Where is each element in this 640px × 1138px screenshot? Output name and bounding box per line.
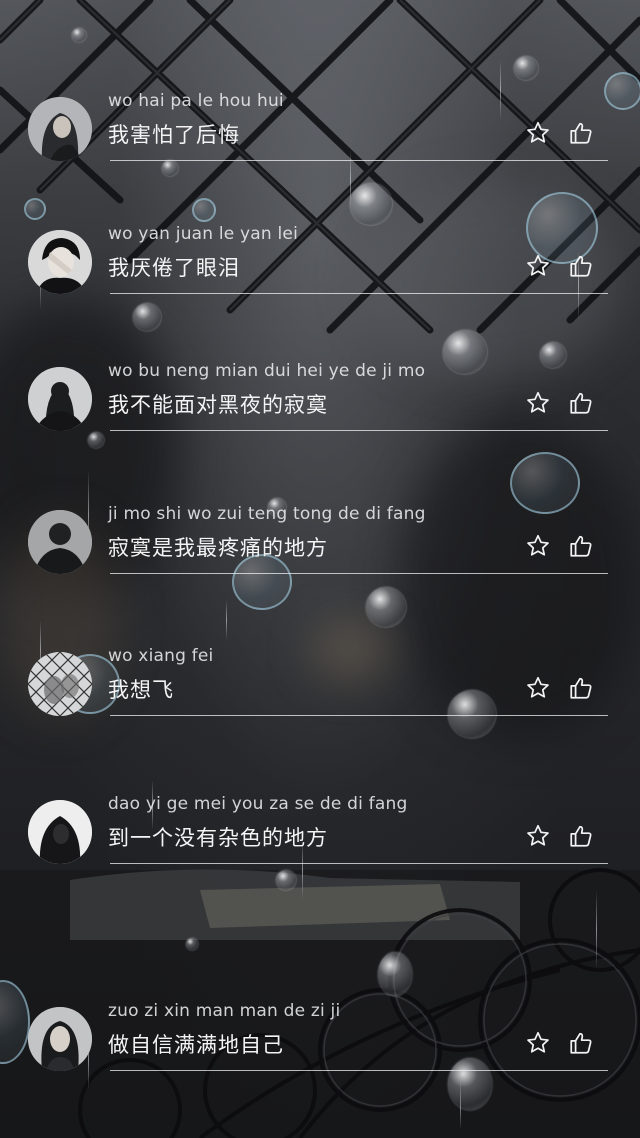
lyric-pinyin: wo yan juan le yan lei (108, 224, 299, 244)
divider (110, 430, 608, 431)
thumbs-up-icon[interactable] (566, 388, 596, 418)
water-droplet (186, 938, 198, 950)
water-droplet (72, 28, 86, 42)
avatar[interactable] (28, 510, 92, 574)
avatar[interactable] (28, 367, 92, 431)
lyric-text: 我厌倦了眼泪 (108, 256, 240, 280)
thumbs-up-icon[interactable] (566, 251, 596, 281)
avatar[interactable] (28, 97, 92, 161)
lyric-text: 寂寞是我最疼痛的地方 (108, 536, 328, 560)
lyric-pinyin: wo xiang fei (108, 646, 214, 666)
lyric-text: 我害怕了后悔 (108, 123, 240, 147)
star-icon[interactable] (523, 118, 553, 148)
lyric-row: wo hai pa le hou hui 我害怕了后悔 (0, 91, 640, 205)
star-icon[interactable] (523, 821, 553, 851)
thumbs-up-icon[interactable] (566, 821, 596, 851)
divider (110, 160, 608, 161)
water-droplet (378, 952, 412, 996)
lyric-text: 我不能面对黑夜的寂寞 (108, 393, 328, 417)
avatar[interactable] (28, 800, 92, 864)
lyric-pinyin: ji mo shi wo zui teng tong de di fang (108, 504, 426, 524)
thumbs-up-icon[interactable] (566, 1028, 596, 1058)
thumbs-up-icon[interactable] (566, 673, 596, 703)
lyric-text: 做自信满满地自己 (108, 1033, 284, 1057)
star-icon[interactable] (523, 1028, 553, 1058)
lyric-pinyin: wo bu neng mian dui hei ye de ji mo (108, 361, 426, 381)
lyric-row: wo yan juan le yan lei 我厌倦了眼泪 (0, 224, 640, 338)
lyric-pinyin: wo hai pa le hou hui (108, 91, 284, 111)
lyric-row: zuo zi xin man man de zi ji 做自信满满地自己 (0, 1001, 640, 1115)
divider (110, 715, 608, 716)
divider (110, 1070, 608, 1071)
lyric-row: ji mo shi wo zui teng tong de di fang 寂寞是… (0, 504, 640, 618)
lyric-text: 到一个没有杂色的地方 (108, 826, 328, 850)
lyric-text: 我想飞 (108, 678, 174, 702)
lyric-pinyin: zuo zi xin man man de zi ji (108, 1001, 341, 1021)
divider (110, 863, 608, 864)
lyrics-screen: wo hai pa le hou hui 我害怕了后悔 wo yan juan le… (0, 0, 640, 1138)
lyric-row: dao yi ge mei you za se de di fang 到一个没有杂… (0, 794, 640, 908)
star-icon[interactable] (523, 673, 553, 703)
star-icon[interactable] (523, 531, 553, 561)
thumbs-up-icon[interactable] (566, 118, 596, 148)
avatar[interactable] (28, 652, 92, 716)
lyric-pinyin: dao yi ge mei you za se de di fang (108, 794, 408, 814)
divider (110, 573, 608, 574)
star-icon[interactable] (523, 251, 553, 281)
avatar[interactable] (28, 230, 92, 294)
divider (110, 293, 608, 294)
thumbs-up-icon[interactable] (566, 531, 596, 561)
avatar[interactable] (28, 1007, 92, 1071)
water-droplet (514, 56, 538, 80)
lyric-row: wo xiang fei 我想飞 (0, 646, 640, 760)
lyric-row: wo bu neng mian dui hei ye de ji mo 我不能面对… (0, 361, 640, 475)
star-icon[interactable] (523, 388, 553, 418)
